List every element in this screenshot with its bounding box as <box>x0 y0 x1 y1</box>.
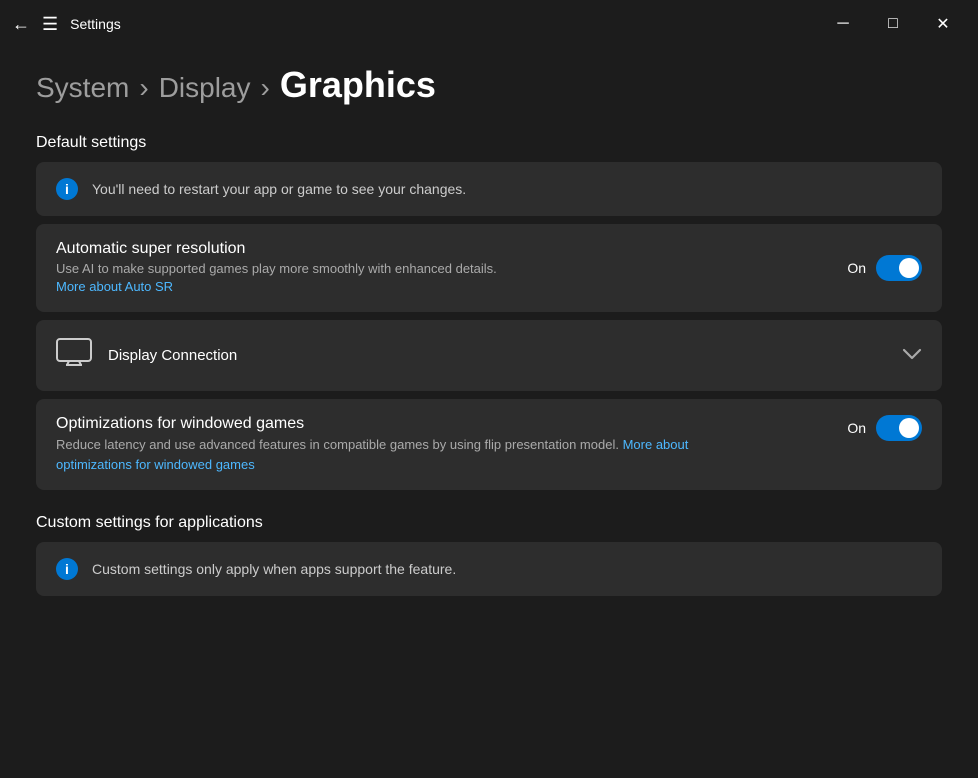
custom-settings-section: Custom settings for applications i Custo… <box>36 514 942 596</box>
auto-sr-row: Automatic super resolution Use AI to mak… <box>56 240 922 296</box>
titlebar-left: ← ☰ Settings <box>12 14 121 35</box>
breadcrumb: System › Display › Graphics <box>36 64 942 106</box>
display-connection-chevron <box>902 345 922 366</box>
display-connection-left: Display Connection <box>56 338 237 373</box>
optimizations-toggle-wrapper: On <box>847 415 922 441</box>
auto-sr-toggle-label: On <box>847 260 866 276</box>
auto-sr-link[interactable]: More about Auto SR <box>56 279 173 294</box>
titlebar-title: Settings <box>70 16 121 32</box>
optimizations-toggle[interactable] <box>876 415 922 441</box>
breadcrumb-display[interactable]: Display <box>159 72 251 104</box>
auto-sr-toggle-wrapper: On <box>847 255 922 281</box>
menu-button[interactable]: ☰ <box>42 14 58 35</box>
info-card: i You'll need to restart your app or gam… <box>36 162 942 216</box>
custom-info-icon: i <box>56 558 78 580</box>
display-connection-title: Display Connection <box>108 347 237 364</box>
default-settings-title: Default settings <box>36 134 942 152</box>
auto-sr-text: Automatic super resolution Use AI to mak… <box>56 240 497 296</box>
custom-info-text: Custom settings only apply when apps sup… <box>92 561 456 577</box>
back-button[interactable]: ← <box>12 14 30 35</box>
optimizations-text: Optimizations for windowed games Reduce … <box>56 415 847 474</box>
breadcrumb-graphics: Graphics <box>280 64 436 106</box>
monitor-icon <box>56 338 92 373</box>
custom-info-card: i Custom settings only apply when apps s… <box>36 542 942 596</box>
auto-sr-desc: Use AI to make supported games play more… <box>56 260 497 278</box>
auto-sr-title: Automatic super resolution <box>56 240 497 258</box>
custom-settings-title: Custom settings for applications <box>36 514 942 532</box>
breadcrumb-system[interactable]: System <box>36 72 129 104</box>
main-content: System › Display › Graphics Default sett… <box>0 48 978 778</box>
close-button[interactable]: ✕ <box>920 8 966 40</box>
display-connection-card[interactable]: Display Connection <box>36 320 942 391</box>
optimizations-card: Optimizations for windowed games Reduce … <box>36 399 942 490</box>
auto-sr-card: Automatic super resolution Use AI to mak… <box>36 224 942 312</box>
minimize-button[interactable]: ─ <box>820 8 866 40</box>
optimizations-row: Optimizations for windowed games Reduce … <box>56 415 922 474</box>
optimizations-title: Optimizations for windowed games <box>56 415 847 433</box>
maximize-button[interactable]: □ <box>870 8 916 40</box>
breadcrumb-sep-1: › <box>139 72 148 104</box>
optimizations-desc: Reduce latency and use advanced features… <box>56 435 756 474</box>
auto-sr-toggle-knob <box>899 258 919 278</box>
info-card-text: You'll need to restart your app or game … <box>92 181 466 197</box>
info-icon: i <box>56 178 78 200</box>
titlebar: ← ☰ Settings ─ □ ✕ <box>0 0 978 48</box>
auto-sr-toggle[interactable] <box>876 255 922 281</box>
optimizations-toggle-label: On <box>847 420 866 436</box>
breadcrumb-sep-2: › <box>261 72 270 104</box>
optimizations-toggle-knob <box>899 418 919 438</box>
titlebar-controls: ─ □ ✕ <box>820 8 966 40</box>
